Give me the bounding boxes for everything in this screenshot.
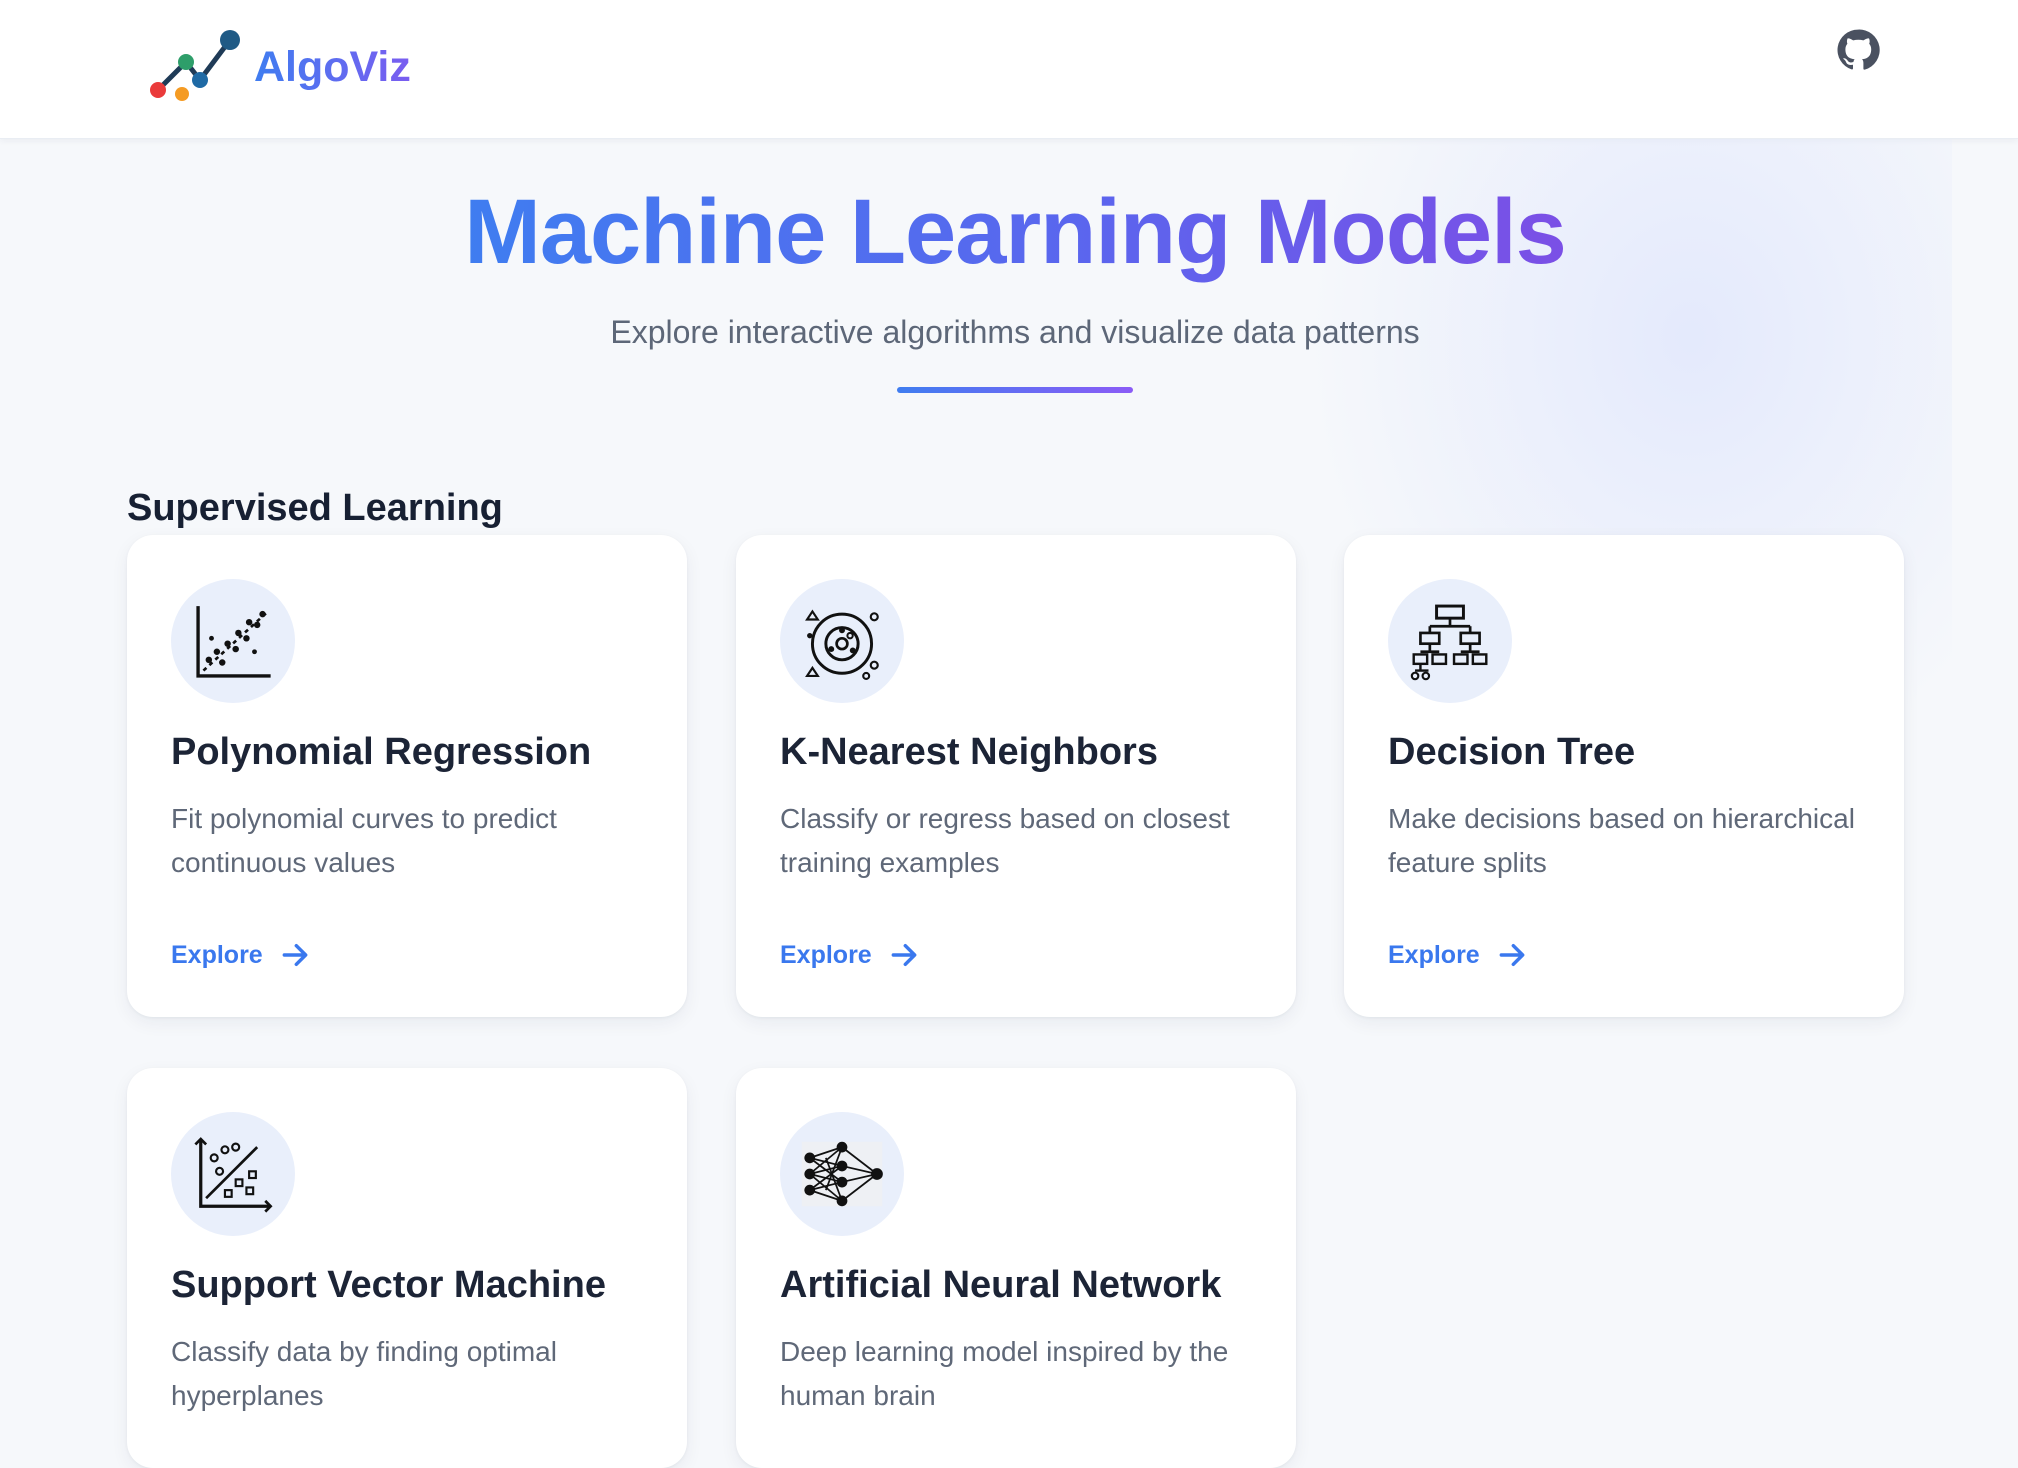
arrow-right-icon [891,943,917,967]
decision-tree-icon [1410,604,1488,681]
hero-section: Machine Learning Models Explore interact… [0,170,2018,393]
card-title: Polynomial Regression [171,731,592,773]
neural-network-icon [801,1141,883,1207]
card-icon-circle [171,579,295,703]
explore-label: Explore [1388,940,1480,969]
title-underline-divider [897,387,1133,393]
github-icon [1837,29,1880,70]
top-navigation-bar: AlgoViz [0,0,2018,139]
card-title: K-Nearest Neighbors [780,731,1158,773]
card-description: Fit polynomial curves to predict continu… [171,803,557,878]
explore-label: Explore [780,940,872,969]
page-subtitle: Explore interactive algorithms and visua… [610,314,1420,350]
arrow-right-icon [1499,943,1525,967]
card-icon-circle [171,1112,295,1236]
explore-link[interactable]: Explore [780,939,920,971]
home-logo-link[interactable]: AlgoViz [148,28,411,106]
card-title: Decision Tree [1388,731,1636,773]
model-card-support-vector-machine[interactable]: Support Vector Machine Classify data by … [127,1068,687,1468]
card-title: Support Vector Machine [171,1264,606,1306]
card-title: Artificial Neural Network [780,1264,1222,1306]
card-description: Classify or regress based on closest tra… [780,803,1230,878]
classification-plot-icon [194,1137,273,1213]
model-card-decision-tree[interactable]: Decision Tree Make decisions based on hi… [1344,535,1904,1017]
arrow-right-icon [282,943,308,967]
nearest-neighbors-icon [805,609,879,680]
card-description: Classify data by finding optimal hyperpl… [171,1336,557,1411]
scatter-regression-icon [196,606,271,678]
explore-link[interactable]: Explore [1388,939,1528,971]
card-icon-circle [780,579,904,703]
card-description: Deep learning model inspired by the huma… [780,1336,1229,1411]
explore-label: Explore [171,940,263,969]
brand-name: AlgoViz [254,42,411,91]
page-title: Machine Learning Models [464,170,1567,294]
card-icon-circle [1388,579,1512,703]
explore-link[interactable]: Explore [171,939,311,971]
card-icon-circle [780,1112,904,1236]
section-title: Supervised Learning [127,487,503,529]
github-link[interactable] [1834,26,1882,74]
card-description: Make decisions based on hierarchical fea… [1388,803,1855,878]
model-card-artificial-neural-network[interactable]: Artificial Neural Network Deep learning … [736,1068,1296,1468]
model-card-polynomial-regression[interactable]: Polynomial Regression Fit polynomial cur… [127,535,687,1017]
chart-line-dots-icon [150,30,240,101]
model-card-k-nearest-neighbors[interactable]: K-Nearest Neighbors Classify or regress … [736,535,1296,1017]
